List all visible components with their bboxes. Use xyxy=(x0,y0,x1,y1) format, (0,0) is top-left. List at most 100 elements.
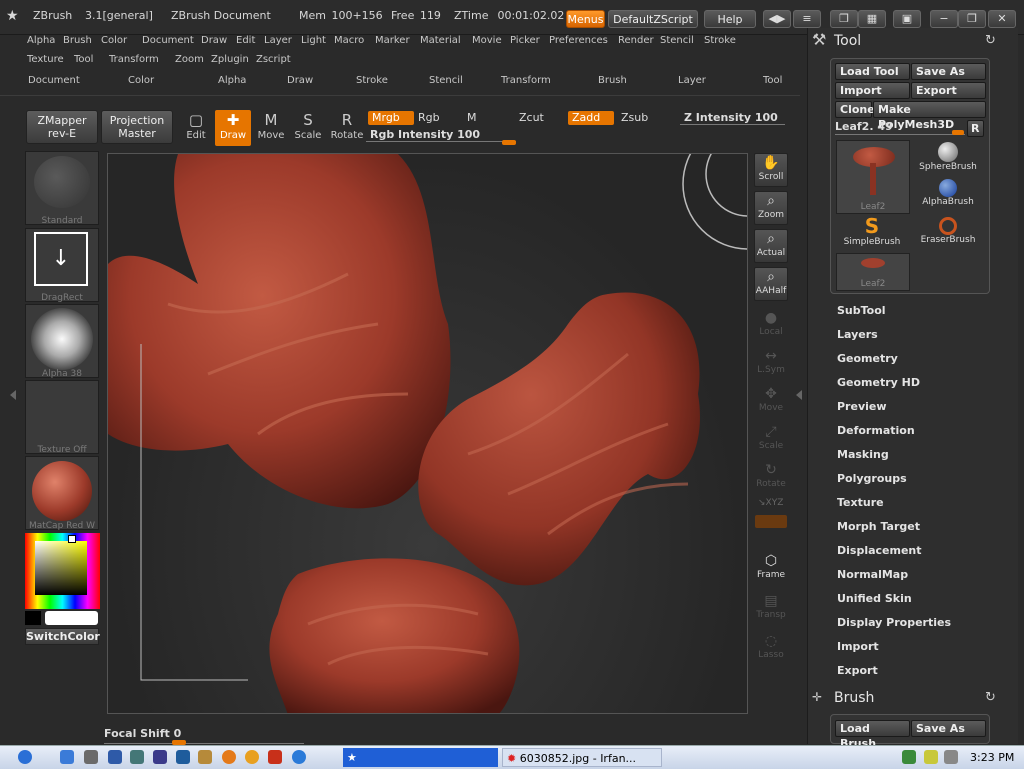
quicklaunch-app-icon[interactable] xyxy=(108,750,122,764)
texture-section[interactable]: Texture xyxy=(837,496,884,509)
stroke-slot[interactable]: ↓ DragRect xyxy=(25,228,99,303)
zmapper-button[interactable]: ZMapper rev-E xyxy=(26,110,98,144)
import-button[interactable]: Import xyxy=(835,82,910,99)
menu-item[interactable]: Zplugin xyxy=(211,54,249,65)
shortcut-item[interactable]: Stencil xyxy=(429,75,463,86)
lock-icon[interactable]: ▣ xyxy=(893,10,921,28)
zsub-toggle[interactable]: Zsub xyxy=(617,111,652,125)
leaf-slider-handle[interactable] xyxy=(952,130,964,135)
color-picker[interactable] xyxy=(25,533,100,609)
switch-color-button[interactable]: SwitchColor xyxy=(25,628,100,645)
menu-item[interactable]: Brush xyxy=(63,35,92,46)
rotate-button[interactable]: R Rotate xyxy=(329,110,365,146)
lasso-button[interactable]: ◌ Lasso xyxy=(754,632,788,666)
quicklaunch-app-icon[interactable] xyxy=(292,750,306,764)
xyz-toggle[interactable]: ↘XYZ xyxy=(758,498,783,508)
import-section[interactable]: Import xyxy=(837,640,879,653)
rgb-intensity-slider[interactable]: Rgb Intensity 100 xyxy=(366,128,516,142)
rgb-toggle[interactable]: Rgb xyxy=(414,111,444,125)
z-intensity-slider[interactable]: Z Intensity 100 xyxy=(680,111,785,125)
r-button[interactable]: R xyxy=(967,120,984,137)
deformation-section[interactable]: Deformation xyxy=(837,424,915,437)
shortcut-item[interactable]: Stroke xyxy=(356,75,388,86)
axis-toggle[interactable] xyxy=(755,515,787,528)
menu-item[interactable]: Color xyxy=(101,35,127,46)
menu-item[interactable]: Stroke xyxy=(704,35,736,46)
resize-icon[interactable]: ❐ xyxy=(830,10,858,28)
zcut-toggle[interactable]: Zcut xyxy=(515,111,548,125)
tool-thumbnail-eraser[interactable]: EraserBrush xyxy=(912,215,984,251)
projection-master-button[interactable]: Projection Master xyxy=(101,110,173,144)
scroll-button[interactable]: ✋ Scroll xyxy=(754,153,788,187)
menu-item[interactable]: Render xyxy=(618,35,654,46)
refresh-icon[interactable]: ↻ xyxy=(985,33,996,48)
transp-button[interactable]: ▤ Transp xyxy=(754,592,788,626)
frame-button[interactable]: ⬡ Frame xyxy=(754,552,788,586)
menu-item[interactable]: Light xyxy=(301,35,326,46)
palette-handle-icon[interactable]: ⚒ xyxy=(812,30,826,49)
polygroups-section[interactable]: Polygroups xyxy=(837,472,907,485)
menu-item[interactable]: Zscript xyxy=(256,54,291,65)
geometry-hd-section[interactable]: Geometry HD xyxy=(837,376,920,389)
document-canvas[interactable] xyxy=(107,153,748,714)
brush-palette-handle-icon[interactable]: ✛ xyxy=(812,690,822,704)
scale-view-button[interactable]: ⤢ Scale xyxy=(754,423,788,457)
quicklaunch-app-icon[interactable] xyxy=(176,750,190,764)
default-zscript-button[interactable]: DefaultZScript xyxy=(608,10,698,28)
quicklaunch-app-icon[interactable] xyxy=(130,750,144,764)
move-view-button[interactable]: ✥ Move xyxy=(754,385,788,419)
menu-item[interactable]: Zoom xyxy=(175,54,204,65)
shortcut-item[interactable]: Draw xyxy=(287,75,313,86)
close-icon[interactable]: ✕ xyxy=(988,10,1016,28)
tool-thumbnail-alpha[interactable]: AlphaBrush xyxy=(912,177,984,213)
save-as-button[interactable]: Save As xyxy=(911,63,986,80)
morph-target-section[interactable]: Morph Target xyxy=(837,520,920,533)
tray-icon[interactable] xyxy=(944,750,958,764)
menu-item[interactable]: Marker xyxy=(375,35,410,46)
displacement-section[interactable]: Displacement xyxy=(837,544,922,557)
quicklaunch-app-icon[interactable] xyxy=(268,750,282,764)
quicklaunch-app-icon[interactable] xyxy=(153,750,167,764)
display-properties-section[interactable]: Display Properties xyxy=(837,616,951,629)
brush-slot[interactable]: Standard xyxy=(25,151,99,226)
quicklaunch-app-icon[interactable] xyxy=(84,750,98,764)
masking-section[interactable]: Masking xyxy=(837,448,889,461)
menu-item[interactable]: Layer xyxy=(264,35,292,46)
primary-color-swatch[interactable] xyxy=(45,611,98,625)
grid-icon[interactable]: ▦ xyxy=(858,10,886,28)
edit-button[interactable]: ▢ Edit xyxy=(178,110,214,146)
start-icon[interactable] xyxy=(18,750,32,764)
shortcut-item[interactable]: Color xyxy=(128,75,154,86)
menu-item[interactable]: Edit xyxy=(236,35,255,46)
tray-icon[interactable] xyxy=(924,750,938,764)
clone-button[interactable]: Clone xyxy=(835,101,875,118)
menu-item[interactable]: Macro xyxy=(334,35,364,46)
shortcut-item[interactable]: Brush xyxy=(598,75,627,86)
zoom-button[interactable]: ⌕ Zoom xyxy=(754,191,788,225)
color-square[interactable] xyxy=(35,541,87,595)
m-toggle[interactable]: M xyxy=(463,111,481,125)
scroll-left-icon[interactable]: ◀▶ xyxy=(763,10,791,28)
aahalf-button[interactable]: ⌕ AAHalf xyxy=(754,267,788,301)
export-section[interactable]: Export xyxy=(837,664,878,677)
geometry-section[interactable]: Geometry xyxy=(837,352,898,365)
tool-thumbnail-simple[interactable]: S SimpleBrush xyxy=(836,215,908,251)
export-button[interactable]: Export xyxy=(911,82,986,99)
restore-icon[interactable]: ❐ xyxy=(958,10,986,28)
menu-item[interactable]: Alpha xyxy=(27,35,55,46)
lsym-button[interactable]: ↔ L.Sym xyxy=(754,347,788,381)
rotate-view-button[interactable]: ↻ Rotate xyxy=(754,461,788,495)
menu-item[interactable]: Stencil xyxy=(660,35,694,46)
layers-section[interactable]: Layers xyxy=(837,328,878,341)
menu-item[interactable]: Document xyxy=(142,35,194,46)
scale-button[interactable]: S Scale xyxy=(290,110,326,146)
move-button[interactable]: M Move xyxy=(253,110,289,146)
menu-item[interactable]: Picker xyxy=(510,35,540,46)
quicklaunch-ie-icon[interactable] xyxy=(60,750,74,764)
unified-skin-section[interactable]: Unified Skin xyxy=(837,592,912,605)
irfanview-task-button[interactable]: ✹ 6030852.jpg - Irfan... xyxy=(502,748,662,767)
leaf-slider[interactable]: Leaf2. 49 xyxy=(835,120,965,135)
material-slot[interactable]: MatCap Red W xyxy=(25,456,99,531)
brush-palette-title[interactable]: Brush xyxy=(834,690,874,706)
layout-icon[interactable]: ≡ xyxy=(793,10,821,28)
